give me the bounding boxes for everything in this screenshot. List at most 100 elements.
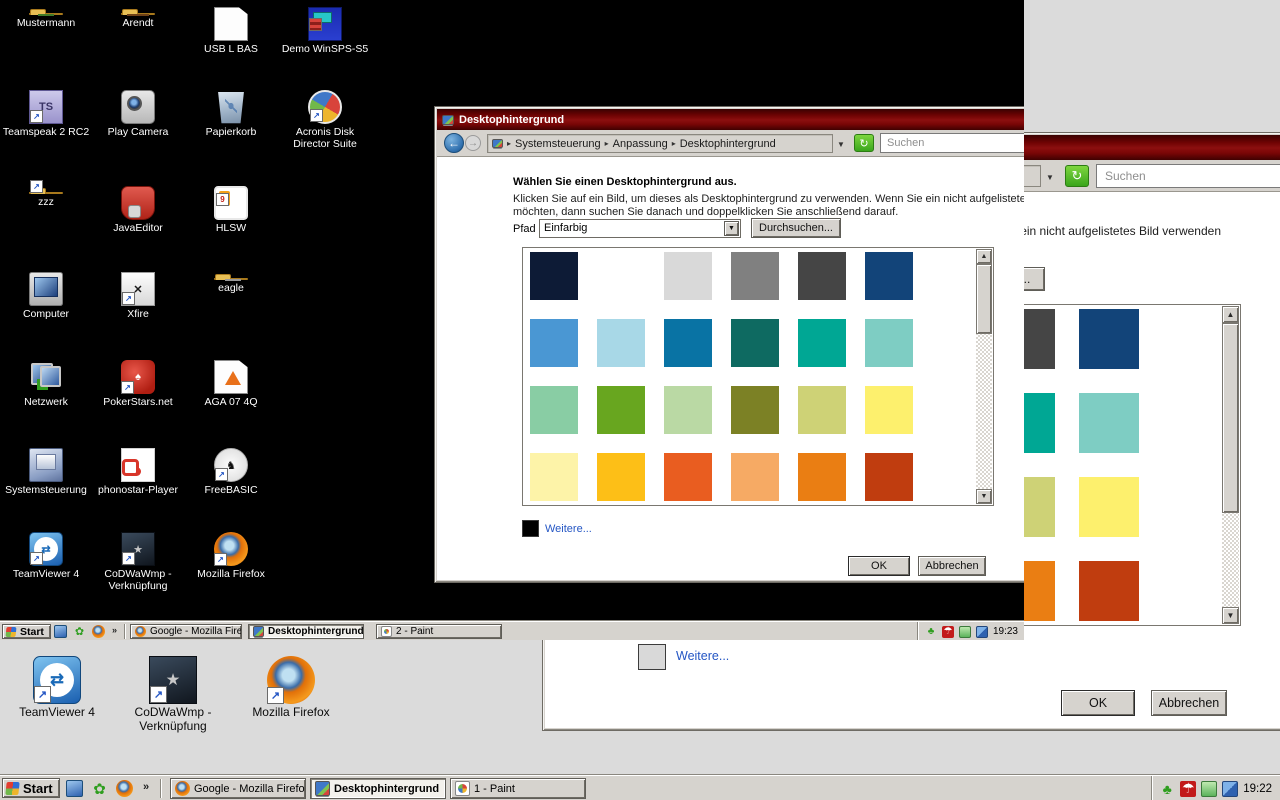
desktop-icon-label[interactable]: CoDWaWmp - Verknüpfung bbox=[117, 705, 229, 734]
address-bar: ← → ▸Systemsteuerung▸Anpassung▸Desktophi… bbox=[437, 130, 1024, 157]
wallpaper-taskbar: Start ✿ » Google - Mozilla Firefox Deskto… bbox=[0, 621, 1024, 640]
color-swatch bbox=[664, 252, 712, 300]
task-label: 2 - Paint bbox=[396, 626, 434, 637]
desktop-icon-usb-l-bas: USB L BAS bbox=[185, 7, 277, 55]
icq-clover-icon[interactable]: ♣ bbox=[1159, 781, 1175, 797]
desktop-icon-label: PokerStars.net bbox=[103, 396, 173, 408]
dialog-description-line2: möchten, dann suchen Sie danach und dopp… bbox=[513, 206, 899, 218]
network-icon[interactable] bbox=[1222, 780, 1239, 797]
desktop-icon-netzwerk: Netzwerk bbox=[0, 360, 92, 408]
desktop-icon-label: Play Camera bbox=[107, 126, 169, 138]
scroll-thumb[interactable] bbox=[1222, 323, 1239, 513]
codwaw-star-shortcut-glyph: ★ bbox=[133, 543, 143, 556]
icq-flower-icon[interactable]: ✿ bbox=[91, 780, 108, 798]
refresh-button[interactable]: ↻ bbox=[1065, 165, 1089, 187]
desktop-screen: ⇄ TeamViewer 4 ★ CoDWaWmp - Verknüpfung Mozi… bbox=[0, 0, 1280, 800]
current-color-swatch[interactable] bbox=[638, 644, 666, 670]
desktop-icon-codwawmp-verkn-pfung[interactable]: ★ CoDWaWmp - Verknüpfung bbox=[117, 656, 229, 734]
pokerstars-shortcut-glyph: ♠ bbox=[135, 371, 141, 383]
avira-icon[interactable]: ☂ bbox=[1180, 780, 1197, 797]
color-swatch[interactable] bbox=[1079, 477, 1139, 537]
search-input[interactable]: Suchen bbox=[1096, 164, 1280, 188]
teamviewer-shortcut-glyph: ⇄ bbox=[41, 543, 51, 556]
taskbar-button-desktophintergrund[interactable]: Desktophintergrund bbox=[310, 778, 446, 799]
desktop-icon-label: Systemsteuerung bbox=[5, 484, 87, 496]
desktop-icon-teamviewer-4[interactable]: ⇄ TeamViewer 4 bbox=[1, 656, 113, 720]
quick-launch: ✿ bbox=[66, 779, 133, 798]
color-swatch[interactable] bbox=[1079, 309, 1139, 369]
color-list: ▲ ▼ bbox=[522, 247, 994, 506]
list-scrollbar[interactable]: ▲ ▼ bbox=[1222, 306, 1239, 624]
desktop-icon-label[interactable]: Mozilla Firefox bbox=[235, 705, 347, 720]
desktop-icon-label: USB L BAS bbox=[204, 43, 258, 55]
desktop-icon-label[interactable]: TeamViewer 4 bbox=[1, 705, 113, 720]
desktop-icon-label: Demo WinSPS-S5 bbox=[281, 43, 369, 55]
more-colors-link[interactable]: Weitere... bbox=[676, 649, 729, 663]
desktop-icon-label: TeamViewer 4 bbox=[12, 568, 80, 580]
start-button[interactable]: Start bbox=[2, 778, 60, 798]
desktop-icon-mozilla-firefox: Mozilla Firefox bbox=[185, 532, 277, 580]
more-colors-link: Weitere... bbox=[545, 523, 592, 535]
cancel-button[interactable]: Abbrechen bbox=[1151, 690, 1227, 716]
desktop-icon-javaeditor: JavaEditor bbox=[92, 186, 184, 234]
desktop-icon-phonostar-player: phonostar-Player bbox=[92, 448, 184, 496]
windows-logo-icon bbox=[5, 626, 17, 637]
color-swatch bbox=[865, 453, 913, 501]
quick-launch-overflow-icon[interactable]: » bbox=[143, 781, 149, 793]
paint-icon bbox=[455, 781, 470, 796]
desktop-icon-mozilla-firefox[interactable]: Mozilla Firefox bbox=[235, 656, 347, 720]
codwaw-star-shortcut-icon: ★ bbox=[121, 532, 155, 566]
color-swatch[interactable] bbox=[1079, 561, 1139, 621]
battery-icon[interactable] bbox=[1201, 780, 1218, 797]
monitor-icon bbox=[315, 781, 330, 796]
dialog-heading: Wählen Sie einen Desktophintergrund aus. bbox=[513, 176, 737, 188]
show-desktop-icon bbox=[54, 625, 67, 638]
color-swatch bbox=[798, 252, 846, 300]
color-swatch bbox=[664, 386, 712, 434]
color-swatch[interactable] bbox=[1079, 393, 1139, 453]
desktop-icon-aga-07-4q: AGA 07 4Q bbox=[185, 360, 277, 408]
desktop-icon-computer: Computer bbox=[0, 272, 92, 320]
quick-launch-overflow-icon: » bbox=[112, 625, 118, 635]
freebasic-shortcut-icon: ♞ bbox=[214, 448, 248, 482]
desktop-icon-zzz: zzz bbox=[0, 180, 92, 208]
network-icon bbox=[975, 625, 988, 638]
breadcrumb-separator-icon: ▸ bbox=[604, 139, 609, 148]
scroll-down-button[interactable]: ▼ bbox=[1222, 607, 1239, 624]
color-swatch bbox=[530, 453, 578, 501]
color-swatch bbox=[664, 319, 712, 367]
task-label: Desktophintergrund bbox=[334, 782, 440, 795]
xfire-shortcut-glyph: ✕ bbox=[133, 283, 143, 296]
current-color-swatch bbox=[522, 520, 539, 537]
show-desktop-icon[interactable] bbox=[66, 780, 83, 797]
ok-button[interactable]: OK bbox=[1061, 690, 1135, 716]
color-swatch bbox=[798, 386, 846, 434]
desktop-icon-systemsteuerung: Systemsteuerung bbox=[0, 448, 92, 496]
breadcrumb-separator-icon: ▸ bbox=[671, 139, 676, 148]
scroll-up-button[interactable]: ▲ bbox=[1222, 306, 1239, 323]
system-tray: ♣ ☂ 19:23 bbox=[916, 622, 1024, 640]
ok-button: OK bbox=[848, 556, 910, 576]
browse-button: Durchsuchen... bbox=[751, 218, 841, 238]
color-swatch-grid bbox=[530, 252, 913, 501]
taskbar-button-google-mozilla-firefox[interactable]: Google - Mozilla Firefox bbox=[170, 778, 306, 799]
desktop-icon-label: Mustermann bbox=[16, 17, 76, 29]
color-swatch bbox=[865, 319, 913, 367]
taskbar-clock: 19:22 bbox=[1243, 782, 1272, 795]
color-swatch bbox=[731, 319, 779, 367]
icq-flower-icon: ✿ bbox=[74, 626, 85, 638]
wallpaper-screenshot-image: Mustermann Arendt USB L BAS Demo WinSPS-S5 T… bbox=[0, 0, 1024, 640]
color-swatch bbox=[530, 319, 578, 367]
icq-clover-icon: ♣ bbox=[927, 626, 935, 637]
desktop-icon-eagle: eagle bbox=[185, 272, 277, 294]
breadcrumb-dropdown-icon[interactable]: ▼ bbox=[1046, 173, 1054, 182]
color-swatch bbox=[731, 252, 779, 300]
firefox-icon[interactable] bbox=[116, 780, 133, 797]
search-input: Suchen bbox=[880, 133, 1024, 153]
color-swatch bbox=[865, 386, 913, 434]
desktop-icon-demo-winsps-s5: Demo WinSPS-S5 bbox=[279, 7, 371, 55]
taskbar-button-1-paint[interactable]: 1 - Paint bbox=[450, 778, 586, 799]
windows-logo-icon bbox=[5, 781, 20, 795]
desktop-icon-label: phonostar-Player bbox=[98, 484, 178, 496]
desktop-icon-xfire: ✕ Xfire bbox=[92, 272, 184, 320]
